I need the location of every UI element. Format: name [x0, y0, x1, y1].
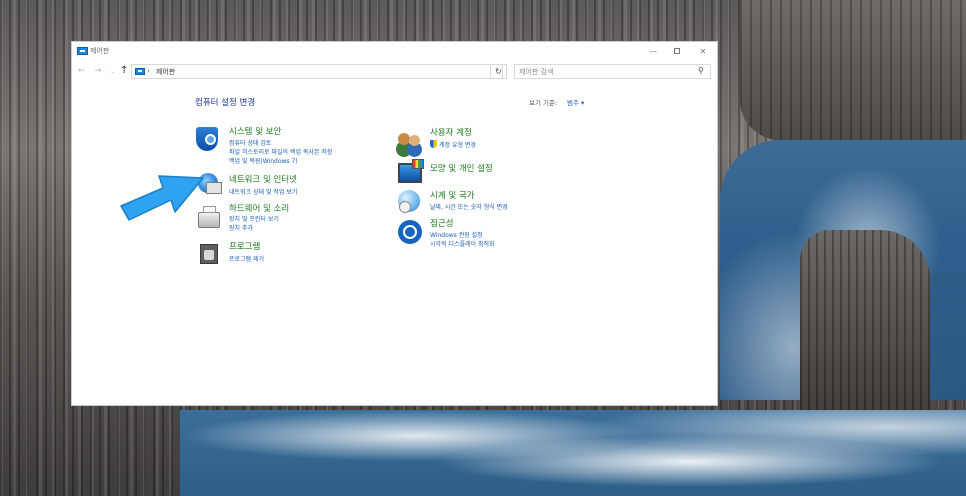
page-title: 컴퓨터 설정 변경: [195, 98, 256, 108]
link-file-history[interactable]: 파일 히스토리로 파일의 백업 복사본 저장: [229, 147, 332, 156]
category-user-accounts[interactable]: 사용자 계정: [430, 126, 472, 138]
maximize-icon: [674, 48, 680, 54]
navigation-bar: ← → ⌄ ↑ › 제어판 ⌄ ↻ ⚲: [72, 62, 717, 82]
link-date-time-format[interactable]: 날짜, 시간 또는 숫자 형식 변경: [430, 202, 508, 211]
category-hardware-sound[interactable]: 하드웨어 및 소리: [229, 202, 289, 214]
refresh-icon: ↻: [495, 67, 502, 76]
category-ease-of-access[interactable]: 접근성: [430, 217, 453, 229]
category-clock-region[interactable]: 시계 및 국가: [430, 189, 475, 201]
breadcrumb-control-panel[interactable]: 제어판: [156, 67, 175, 77]
link-uninstall-program[interactable]: 프로그램 제거: [229, 254, 264, 263]
appearance-icon[interactable]: [398, 159, 424, 183]
background-rock-pillar: [800, 230, 930, 430]
view-by-label: 보기 기준:: [529, 99, 558, 107]
maximize-button[interactable]: [666, 42, 688, 60]
control-panel-icon: [77, 47, 88, 55]
clock-globe-icon[interactable]: [398, 190, 420, 213]
breadcrumb-separator[interactable]: ›: [147, 67, 150, 75]
search-icon[interactable]: ⚲: [698, 66, 704, 75]
users-icon[interactable]: [398, 130, 422, 154]
link-change-account-type[interactable]: 계정 유형 변경: [439, 140, 476, 149]
programs-icon[interactable]: [200, 244, 218, 264]
category-network-internet[interactable]: 네트워크 및 인터넷: [229, 173, 297, 185]
background-waves: [180, 410, 966, 496]
link-backup-restore[interactable]: 백업 및 복원(Windows 7): [229, 156, 298, 165]
minimize-icon: —: [649, 46, 657, 56]
close-icon: ✕: [699, 46, 707, 56]
title-bar[interactable]: 제어판 — ✕: [72, 42, 717, 60]
link-network-status[interactable]: 네트워크 상태 및 작업 보기: [229, 187, 297, 196]
recent-locations-icon[interactable]: ⌄: [110, 68, 115, 75]
link-devices-printers[interactable]: 장치 및 프린터 보기: [229, 214, 279, 223]
category-system-security[interactable]: 시스템 및 보안: [229, 125, 281, 137]
security-shield-icon[interactable]: [196, 127, 218, 151]
category-programs[interactable]: 프로그램: [229, 240, 260, 252]
back-arrow-icon[interactable]: ←: [78, 66, 86, 76]
link-recommended-settings[interactable]: Windows 권장 설정: [430, 230, 483, 239]
forward-arrow-icon[interactable]: →: [94, 66, 102, 76]
arrow-shape: [120, 175, 204, 221]
category-appearance[interactable]: 모양 및 개인 설정: [430, 162, 493, 174]
minimize-button[interactable]: —: [642, 42, 664, 60]
link-add-device[interactable]: 장치 추가: [229, 223, 253, 232]
window-title: 제어판: [90, 47, 110, 55]
view-by-dropdown[interactable]: 범주 ▾: [567, 97, 584, 107]
link-optimize-display[interactable]: 시각적 디스플레이 최적화: [430, 239, 495, 248]
address-bar[interactable]: › 제어판 ⌄: [131, 64, 542, 79]
search-input[interactable]: [514, 64, 711, 79]
background-cliff: [740, 0, 966, 140]
up-arrow-icon[interactable]: ↑: [120, 65, 128, 76]
close-button[interactable]: ✕: [692, 42, 714, 60]
refresh-button[interactable]: ↻: [490, 64, 507, 79]
accessibility-icon[interactable]: [398, 220, 422, 244]
uac-shield-icon: [430, 140, 437, 148]
control-panel-icon: [135, 68, 145, 75]
pointer-arrow-icon: [120, 175, 204, 221]
link-review-status[interactable]: 컴퓨터 상태 검토: [229, 138, 271, 147]
